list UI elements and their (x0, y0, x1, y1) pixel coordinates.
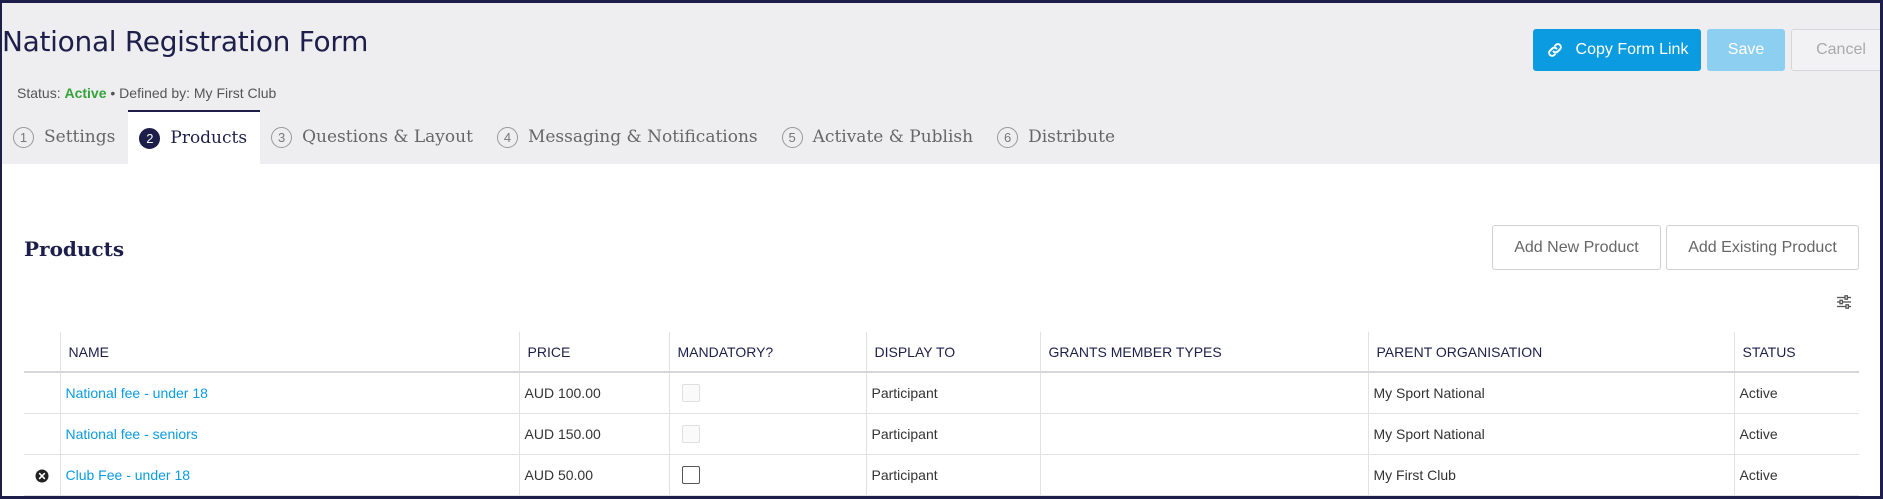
save-button[interactable]: Save (1707, 29, 1785, 71)
product-name-cell: National fee - seniors (59, 413, 519, 455)
mandatory-checkbox (681, 424, 700, 443)
mandatory-cell (668, 413, 866, 455)
products-section-title: Products (24, 237, 125, 261)
tab-label: Messaging & Notifications (527, 127, 758, 147)
copy-form-link-label: Copy Form Link (1575, 41, 1689, 58)
product-price: AUD 150.00 (518, 413, 669, 455)
row-action-cell (24, 454, 60, 496)
product-name-link[interactable]: National fee - seniors (66, 426, 198, 442)
tab-distribute[interactable]: 6 Distribute (986, 110, 1128, 164)
column-header-name[interactable]: NAME (59, 332, 519, 373)
product-display-to: Participant (865, 372, 1040, 414)
column-header-actions (24, 332, 60, 373)
status-label: Status: (17, 85, 65, 101)
status-line: Status: Active • Defined by: My First Cl… (17, 85, 276, 101)
tab-activate-publish[interactable]: 5 Activate & Publish (771, 110, 986, 164)
step-tabs: 1 Settings 2 Products 3 Questions & Layo… (2, 110, 1128, 164)
page-title: National Registration Form (2, 25, 369, 58)
product-name-link[interactable]: National fee - under 18 (66, 385, 208, 401)
row-action-cell (24, 372, 60, 414)
mandatory-checkbox[interactable] (681, 465, 700, 484)
tab-label: Settings (44, 127, 116, 147)
add-existing-product-button[interactable]: Add Existing Product (1666, 225, 1859, 270)
tab-products[interactable]: 2 Products (128, 110, 261, 164)
column-header-mandatory[interactable]: MANDATORY? (668, 332, 866, 373)
product-parent-organisation: My First Club (1367, 454, 1734, 496)
table-row: National fee - seniors AUD 150.00 Partic… (24, 413, 1859, 455)
tab-number: 4 (496, 126, 518, 148)
tab-number: 2 (139, 127, 161, 149)
column-header-parent-organisation[interactable]: PARENT ORGANISATION (1367, 332, 1734, 373)
row-action-cell (24, 413, 60, 455)
sliders-icon[interactable] (1836, 294, 1852, 310)
column-header-grants-member-types[interactable]: GRANTS MEMBER TYPES (1039, 332, 1368, 373)
tab-label: Activate & Publish (812, 127, 974, 147)
table-row: Club Fee - under 18 AUD 50.00 Participan… (24, 454, 1859, 496)
column-header-display-to[interactable]: DISPLAY TO (865, 332, 1040, 373)
column-header-status[interactable]: STATUS (1733, 332, 1859, 373)
product-price: AUD 50.00 (518, 454, 669, 496)
defined-by: • Defined by: My First Club (106, 85, 277, 101)
product-parent-organisation: My Sport National (1367, 372, 1734, 414)
tab-label: Distribute (1028, 127, 1116, 147)
link-icon (1547, 43, 1562, 57)
add-new-product-button[interactable]: Add New Product (1492, 225, 1661, 270)
product-name-cell: National fee - under 18 (59, 372, 519, 414)
tab-number: 3 (271, 126, 293, 148)
cancel-button[interactable]: Cancel (1791, 29, 1880, 71)
tab-number: 5 (781, 126, 803, 148)
mandatory-cell (668, 454, 866, 496)
product-parent-organisation: My Sport National (1367, 413, 1734, 455)
remove-circle-icon[interactable] (35, 469, 49, 483)
column-header-price[interactable]: PRICE (518, 332, 669, 373)
tab-label: Questions & Layout (302, 127, 473, 147)
product-status: Active (1733, 372, 1859, 414)
product-status: Active (1733, 413, 1859, 455)
product-display-to: Participant (865, 454, 1040, 496)
mandatory-cell (668, 372, 866, 414)
table-row: National fee - under 18 AUD 100.00 Parti… (24, 372, 1859, 414)
copy-form-link-button[interactable]: Copy Form Link (1533, 29, 1701, 71)
tab-number: 6 (997, 126, 1019, 148)
app-frame: National Registration Form Status: Activ… (0, 0, 1883, 499)
product-status: Active (1733, 454, 1859, 496)
product-name-cell: Club Fee - under 18 (59, 454, 519, 496)
tab-messaging-notifications[interactable]: 4 Messaging & Notifications (486, 110, 771, 164)
tab-questions-layout[interactable]: 3 Questions & Layout (260, 110, 486, 164)
table-header-row: NAME PRICE MANDATORY? DISPLAY TO GRANTS … (24, 332, 1859, 373)
product-name-link[interactable]: Club Fee - under 18 (66, 467, 191, 483)
page-header: National Registration Form Status: Activ… (2, 3, 1880, 164)
product-grants (1039, 372, 1368, 414)
tab-number: 1 (13, 126, 34, 148)
status-value: Active (64, 85, 107, 101)
product-display-to: Participant (865, 413, 1040, 455)
product-grants (1039, 413, 1368, 455)
tab-settings[interactable]: 1 Settings (2, 110, 128, 164)
tab-label: Products (170, 128, 248, 148)
products-table: NAME PRICE MANDATORY? DISPLAY TO GRANTS … (24, 332, 1859, 496)
product-grants (1039, 454, 1368, 496)
product-price: AUD 100.00 (518, 372, 669, 414)
mandatory-checkbox (681, 383, 700, 402)
